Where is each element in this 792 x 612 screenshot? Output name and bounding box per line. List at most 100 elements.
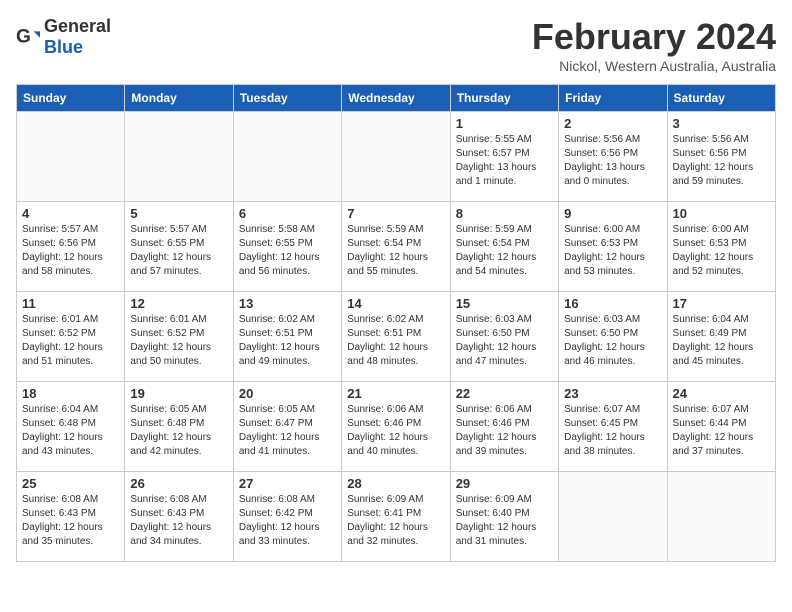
calendar-cell: 3 Sunrise: 5:56 AMSunset: 6:56 PMDaylight… [667, 112, 775, 202]
day-number: 2 [564, 116, 661, 131]
calendar-cell: 18Sunrise: 6:04 AMSunset: 6:48 PMDayligh… [17, 382, 125, 472]
calendar-cell: 19 Sunrise: 6:05 AMSunset: 6:48 PMDayligh… [125, 382, 233, 472]
calendar-cell: 14 Sunrise: 6:02 AMSunset: 6:51 PMDayligh… [342, 292, 450, 382]
day-number: 14 [347, 296, 444, 311]
day-info: Sunrise: 6:08 AMSunset: 6:42 PMDaylight:… [239, 493, 336, 549]
day-number: 8 [456, 206, 553, 221]
calendar-cell: 24 Sunrise: 6:07 AMSunset: 6:44 PMDayligh… [667, 382, 775, 472]
calendar-table: SundayMondayTuesdayWednesdayThursdayFrid… [16, 84, 776, 562]
title-section: February 2024 Nickol, Western Australia,… [532, 16, 776, 74]
header-day-monday: Monday [125, 85, 233, 112]
day-number: 5 [130, 206, 227, 221]
header-day-saturday: Saturday [667, 85, 775, 112]
week-row-5: 25Sunrise: 6:08 AMSunset: 6:43 PMDayligh… [17, 472, 776, 562]
header-day-wednesday: Wednesday [342, 85, 450, 112]
calendar-cell: 20 Sunrise: 6:05 AMSunset: 6:47 PMDayligh… [233, 382, 341, 472]
calendar-cell: 11 Sunrise: 6:01 AMSunset: 6:52 PMDayligh… [17, 292, 125, 382]
calendar-cell [17, 112, 125, 202]
day-info: Sunrise: 5:56 AMSunset: 6:56 PMDaylight:… [564, 133, 661, 189]
header-day-friday: Friday [559, 85, 667, 112]
day-number: 21 [347, 386, 444, 401]
day-info: Sunrise: 5:56 AMSunset: 6:56 PMDaylight:… [673, 133, 770, 189]
day-info: Sunrise: 6:09 AMSunset: 6:40 PMDaylight:… [456, 493, 553, 549]
day-number: 11 [22, 296, 119, 311]
day-info: Sunrise: 6:02 AMSunset: 6:51 PMDaylight:… [239, 313, 336, 369]
day-number: 15 [456, 296, 553, 311]
day-number: 4 [22, 206, 119, 221]
week-row-3: 11 Sunrise: 6:01 AMSunset: 6:52 PMDayligh… [17, 292, 776, 382]
day-number: 18 [22, 386, 119, 401]
day-number: 26 [130, 476, 227, 491]
calendar-cell: 13 Sunrise: 6:02 AMSunset: 6:51 PMDayligh… [233, 292, 341, 382]
day-number: 13 [239, 296, 336, 311]
calendar-cell: 8 Sunrise: 5:59 AMSunset: 6:54 PMDaylight… [450, 202, 558, 292]
day-number: 24 [673, 386, 770, 401]
calendar-cell: 2 Sunrise: 5:56 AMSunset: 6:56 PMDaylight… [559, 112, 667, 202]
calendar-cell: 4Sunrise: 5:57 AMSunset: 6:56 PMDaylight… [17, 202, 125, 292]
day-info: Sunrise: 6:07 AMSunset: 6:45 PMDaylight:… [564, 403, 661, 459]
calendar-cell: 22 Sunrise: 6:06 AMSunset: 6:46 PMDayligh… [450, 382, 558, 472]
day-number: 19 [130, 386, 227, 401]
calendar-cell: 25Sunrise: 6:08 AMSunset: 6:43 PMDayligh… [17, 472, 125, 562]
day-info: Sunrise: 6:00 AMSunset: 6:53 PMDaylight:… [673, 223, 770, 279]
day-info: Sunrise: 6:03 AMSunset: 6:50 PMDaylight:… [456, 313, 553, 369]
day-info: Sunrise: 6:04 AMSunset: 6:49 PMDaylight:… [673, 313, 770, 369]
calendar-cell: 6Sunrise: 5:58 AMSunset: 6:55 PMDaylight… [233, 202, 341, 292]
day-info: Sunrise: 6:02 AMSunset: 6:51 PMDaylight:… [347, 313, 444, 369]
day-number: 20 [239, 386, 336, 401]
week-row-1: 1 Sunrise: 5:55 AMSunset: 6:57 PMDaylight… [17, 112, 776, 202]
day-info: Sunrise: 5:58 AMSunset: 6:55 PMDaylight:… [239, 223, 336, 279]
calendar-cell [342, 112, 450, 202]
day-number: 23 [564, 386, 661, 401]
calendar-cell [125, 112, 233, 202]
day-info: Sunrise: 6:07 AMSunset: 6:44 PMDaylight:… [673, 403, 770, 459]
day-number: 27 [239, 476, 336, 491]
calendar-cell: 17Sunrise: 6:04 AMSunset: 6:49 PMDayligh… [667, 292, 775, 382]
day-info: Sunrise: 6:09 AMSunset: 6:41 PMDaylight:… [347, 493, 444, 549]
calendar-cell [667, 472, 775, 562]
header-day-tuesday: Tuesday [233, 85, 341, 112]
header-day-sunday: Sunday [17, 85, 125, 112]
calendar-cell: 28 Sunrise: 6:09 AMSunset: 6:41 PMDayligh… [342, 472, 450, 562]
week-row-2: 4Sunrise: 5:57 AMSunset: 6:56 PMDaylight… [17, 202, 776, 292]
calendar-cell [559, 472, 667, 562]
calendar-cell: 29 Sunrise: 6:09 AMSunset: 6:40 PMDayligh… [450, 472, 558, 562]
svg-text:G: G [16, 27, 31, 48]
calendar-cell: 5 Sunrise: 5:57 AMSunset: 6:55 PMDaylight… [125, 202, 233, 292]
week-row-4: 18Sunrise: 6:04 AMSunset: 6:48 PMDayligh… [17, 382, 776, 472]
logo-general-text: General [44, 16, 111, 36]
day-info: Sunrise: 6:05 AMSunset: 6:48 PMDaylight:… [130, 403, 227, 459]
day-number: 1 [456, 116, 553, 131]
calendar-cell: 26Sunrise: 6:08 AMSunset: 6:43 PMDayligh… [125, 472, 233, 562]
day-info: Sunrise: 6:01 AMSunset: 6:52 PMDaylight:… [130, 313, 227, 369]
calendar-cell: 10 Sunrise: 6:00 AMSunset: 6:53 PMDayligh… [667, 202, 775, 292]
day-info: Sunrise: 6:06 AMSunset: 6:46 PMDaylight:… [456, 403, 553, 459]
header: G General Blue February 2024 Nickol, Wes… [16, 16, 776, 74]
day-number: 25 [22, 476, 119, 491]
calendar-cell: 7 Sunrise: 5:59 AMSunset: 6:54 PMDaylight… [342, 202, 450, 292]
day-number: 12 [130, 296, 227, 311]
day-info: Sunrise: 5:59 AMSunset: 6:54 PMDaylight:… [456, 223, 553, 279]
day-info: Sunrise: 6:01 AMSunset: 6:52 PMDaylight:… [22, 313, 119, 369]
calendar-title: February 2024 [532, 16, 776, 58]
day-number: 3 [673, 116, 770, 131]
day-info: Sunrise: 6:06 AMSunset: 6:46 PMDaylight:… [347, 403, 444, 459]
calendar-cell: 27 Sunrise: 6:08 AMSunset: 6:42 PMDayligh… [233, 472, 341, 562]
day-number: 16 [564, 296, 661, 311]
day-info: Sunrise: 5:57 AMSunset: 6:55 PMDaylight:… [130, 223, 227, 279]
calendar-cell [233, 112, 341, 202]
logo-icon: G [16, 25, 40, 49]
calendar-cell: 21 Sunrise: 6:06 AMSunset: 6:46 PMDayligh… [342, 382, 450, 472]
day-info: Sunrise: 6:05 AMSunset: 6:47 PMDaylight:… [239, 403, 336, 459]
day-number: 7 [347, 206, 444, 221]
logo-blue-text: Blue [44, 37, 83, 57]
logo: G General Blue [16, 16, 111, 58]
day-number: 10 [673, 206, 770, 221]
day-info: Sunrise: 5:59 AMSunset: 6:54 PMDaylight:… [347, 223, 444, 279]
day-number: 28 [347, 476, 444, 491]
calendar-cell: 12 Sunrise: 6:01 AMSunset: 6:52 PMDayligh… [125, 292, 233, 382]
day-number: 29 [456, 476, 553, 491]
day-info: Sunrise: 5:55 AMSunset: 6:57 PMDaylight:… [456, 133, 553, 189]
day-number: 22 [456, 386, 553, 401]
header-day-thursday: Thursday [450, 85, 558, 112]
